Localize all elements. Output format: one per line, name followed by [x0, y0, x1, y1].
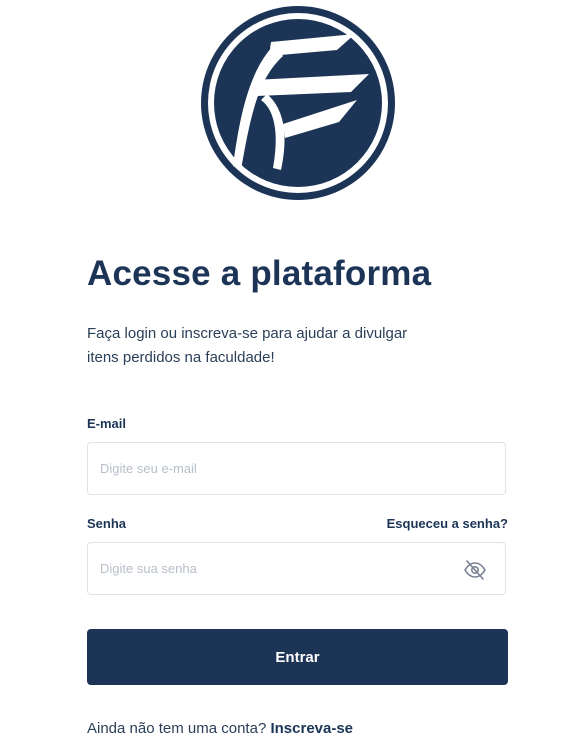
email-label: E-mail	[87, 416, 127, 431]
page-subtitle: Faça login ou inscreva-se para ajudar a …	[87, 325, 408, 366]
signup-link[interactable]: Inscreva-se	[270, 720, 353, 737]
password-input[interactable]	[88, 543, 430, 594]
logo	[199, 4, 397, 202]
signup-prompt-text: Ainda não tem uma conta?	[87, 720, 267, 737]
signup-prompt: Ainda não tem uma conta? Inscreva-se	[87, 720, 353, 737]
email-input[interactable]	[88, 443, 430, 494]
page-title: Acesse a plataforma	[87, 254, 432, 293]
eye-slash-icon[interactable]	[463, 558, 487, 582]
platform-logo-f-icon	[201, 6, 395, 200]
password-field-wrapper	[87, 542, 506, 595]
forgot-password-link[interactable]: Esqueceu a senha?	[387, 516, 508, 531]
email-field-wrapper	[87, 442, 506, 495]
login-button[interactable]: Entrar	[87, 629, 508, 685]
password-label: Senha	[87, 516, 127, 531]
